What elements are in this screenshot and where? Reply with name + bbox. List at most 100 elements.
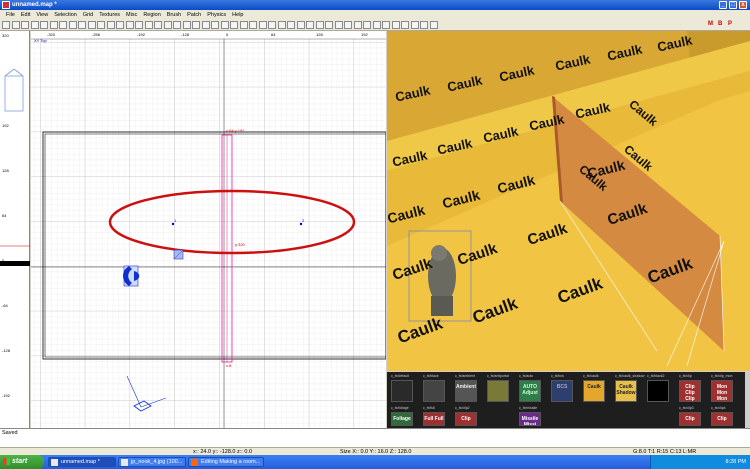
texture-tile[interactable] — [423, 380, 445, 402]
toolbar-tool-icon[interactable] — [410, 21, 419, 29]
point-label: 1 — [174, 218, 177, 223]
toolbar-tool-icon[interactable] — [125, 21, 134, 29]
texture-tile[interactable]: Clip Clip Clip — [679, 380, 701, 402]
toolbar-p-button[interactable]: P — [728, 21, 732, 27]
zruler-label: 320 — [2, 33, 9, 38]
toolbar-tool-icon[interactable] — [106, 21, 115, 29]
task-label: Editing Making a room... — [201, 459, 261, 465]
toolbar-tool-icon[interactable] — [2, 21, 10, 29]
menu-file[interactable]: File — [3, 12, 18, 18]
toolbar-tool-icon[interactable] — [30, 21, 39, 29]
toolbar-tool-icon[interactable] — [277, 21, 286, 29]
toolbar-tool-icon[interactable] — [11, 21, 20, 29]
toolbar-tool-icon[interactable] — [325, 21, 333, 29]
texture-tile[interactable]: Clip — [711, 412, 733, 426]
toolbar-tool-icon[interactable] — [429, 21, 438, 29]
toolbar-tool-icon[interactable] — [87, 21, 96, 29]
texture-tile[interactable]: BCS — [551, 380, 573, 402]
camera-3d-view[interactable]: Caulk Caulk Caulk Caulk Caulk Caulk Caulk Caulk… — [387, 31, 750, 371]
menu-patch[interactable]: Patch — [184, 12, 204, 18]
task-image-viewer[interactable]: jp_nook_4.jpg (100... — [118, 457, 186, 467]
status-bar: x:: 24.0 y:: -128.0 z:: 0.0 Size X:: 0.0… — [0, 447, 750, 455]
z-view-brush-bar — [0, 261, 30, 266]
browser-task-icon — [191, 459, 198, 466]
menu-selection[interactable]: Selection — [51, 12, 80, 18]
toolbar-tool-icon[interactable] — [78, 21, 86, 29]
texture-tile[interactable]: Foliage — [391, 412, 413, 426]
z-view-ruler[interactable]: 320 192 128 64 0 -64 -128 -192 — [0, 31, 30, 428]
task-radiant[interactable]: unnamed.map * — [48, 457, 116, 467]
menu-physics[interactable]: Physics — [204, 12, 229, 18]
minimize-button[interactable]: _ — [719, 1, 727, 9]
toolbar-tool-icon[interactable] — [420, 21, 428, 29]
texture-tile[interactable] — [391, 380, 413, 402]
toolbar-tool-icon[interactable] — [135, 21, 143, 29]
toolbar-tool-icon[interactable] — [334, 21, 343, 29]
toolbar-m-button[interactable]: M — [708, 21, 713, 27]
toolbar-b-button[interactable]: B — [718, 21, 722, 27]
toolbar-tool-icon[interactable] — [116, 21, 124, 29]
menu-view[interactable]: View — [33, 12, 51, 18]
toolbar-tool-icon[interactable] — [173, 21, 181, 29]
zruler-label: 0 — [2, 258, 5, 263]
toolbar-tool-icon[interactable] — [68, 21, 77, 29]
toolbar-tool-icon[interactable] — [49, 21, 58, 29]
texture-tile[interactable] — [647, 380, 669, 402]
texture-tile[interactable]: Mon Mon Mon — [711, 380, 733, 402]
toolbar-tool-icon[interactable] — [154, 21, 162, 29]
hruler-label: 192 — [361, 32, 368, 37]
menu-misc[interactable]: Misc — [123, 12, 140, 18]
toolbar-tool-icon[interactable] — [353, 21, 362, 29]
toolbar-tool-icon[interactable] — [258, 21, 267, 29]
texture-tile[interactable]: AUTO Adjust — [519, 380, 541, 402]
texture-tile[interactable]: Missile Missi — [519, 412, 541, 426]
toolbar-tool-icon[interactable] — [40, 21, 48, 29]
toolbar-tool-icon[interactable] — [220, 21, 229, 29]
maximize-button[interactable]: □ — [729, 1, 737, 9]
texture-scrollbar[interactable] — [745, 372, 750, 428]
texture-browser[interactable]: c_fx/default c_fx/black c_fx/ambient Ambien… — [387, 372, 750, 428]
toolbar-tool-icon[interactable] — [268, 21, 276, 29]
toolbar-tool-icon[interactable] — [372, 21, 381, 29]
toolbar-tool-icon[interactable] — [163, 21, 172, 29]
clock[interactable]: 8:28 PM — [726, 459, 746, 465]
toolbar-tool-icon[interactable] — [249, 21, 257, 29]
zruler-label: -192 — [2, 393, 11, 398]
toolbar-tool-icon[interactable] — [296, 21, 305, 29]
menu-grid[interactable]: Grid — [80, 12, 96, 18]
toolbar-tool-icon[interactable] — [306, 21, 314, 29]
toolbar-tool-icon[interactable] — [382, 21, 390, 29]
menu-region[interactable]: Region — [140, 12, 163, 18]
xy-grid-view[interactable]: XY Top x:64 y:192 y:320 x:8 1 2 -320 -25… — [31, 31, 387, 428]
toolbar-tool-icon[interactable] — [344, 21, 352, 29]
menu-edit[interactable]: Edit — [18, 12, 33, 18]
texture-tile[interactable]: Caulk Shadow — [615, 380, 637, 402]
toolbar-tool-icon[interactable] — [59, 21, 67, 29]
texture-tile[interactable]: Full Full — [423, 412, 445, 426]
texture-tile[interactable]: Clip — [455, 412, 477, 426]
toolbar-tool-icon[interactable] — [239, 21, 248, 29]
toolbar-tool-icon[interactable] — [21, 21, 29, 29]
menu-brush[interactable]: Brush — [164, 12, 184, 18]
menu-textures[interactable]: Textures — [96, 12, 123, 18]
toolbar-tool-icon[interactable] — [401, 21, 409, 29]
task-browser[interactable]: Editing Making a room... — [188, 457, 264, 467]
toolbar-tool-icon[interactable] — [144, 21, 153, 29]
texture-tile[interactable]: Clip — [679, 412, 701, 426]
toolbar-tool-icon[interactable] — [230, 21, 238, 29]
toolbar-tool-icon[interactable] — [363, 21, 371, 29]
texture-tile[interactable]: Caulk — [583, 380, 605, 402]
close-button[interactable]: x — [739, 1, 747, 9]
toolbar-tool-icon[interactable] — [192, 21, 200, 29]
toolbar-tool-icon[interactable] — [287, 21, 295, 29]
toolbar-tool-icon[interactable] — [211, 21, 219, 29]
toolbar-tool-icon[interactable] — [201, 21, 210, 29]
texture-tile[interactable] — [487, 380, 509, 402]
toolbar-tool-icon[interactable] — [182, 21, 191, 29]
start-button[interactable]: start — [0, 455, 44, 469]
toolbar-tool-icon[interactable] — [97, 21, 105, 29]
menu-help[interactable]: Help — [229, 12, 246, 18]
toolbar-tool-icon[interactable] — [315, 21, 324, 29]
toolbar-tool-icon[interactable] — [391, 21, 400, 29]
texture-tile[interactable]: Ambient — [455, 380, 477, 402]
